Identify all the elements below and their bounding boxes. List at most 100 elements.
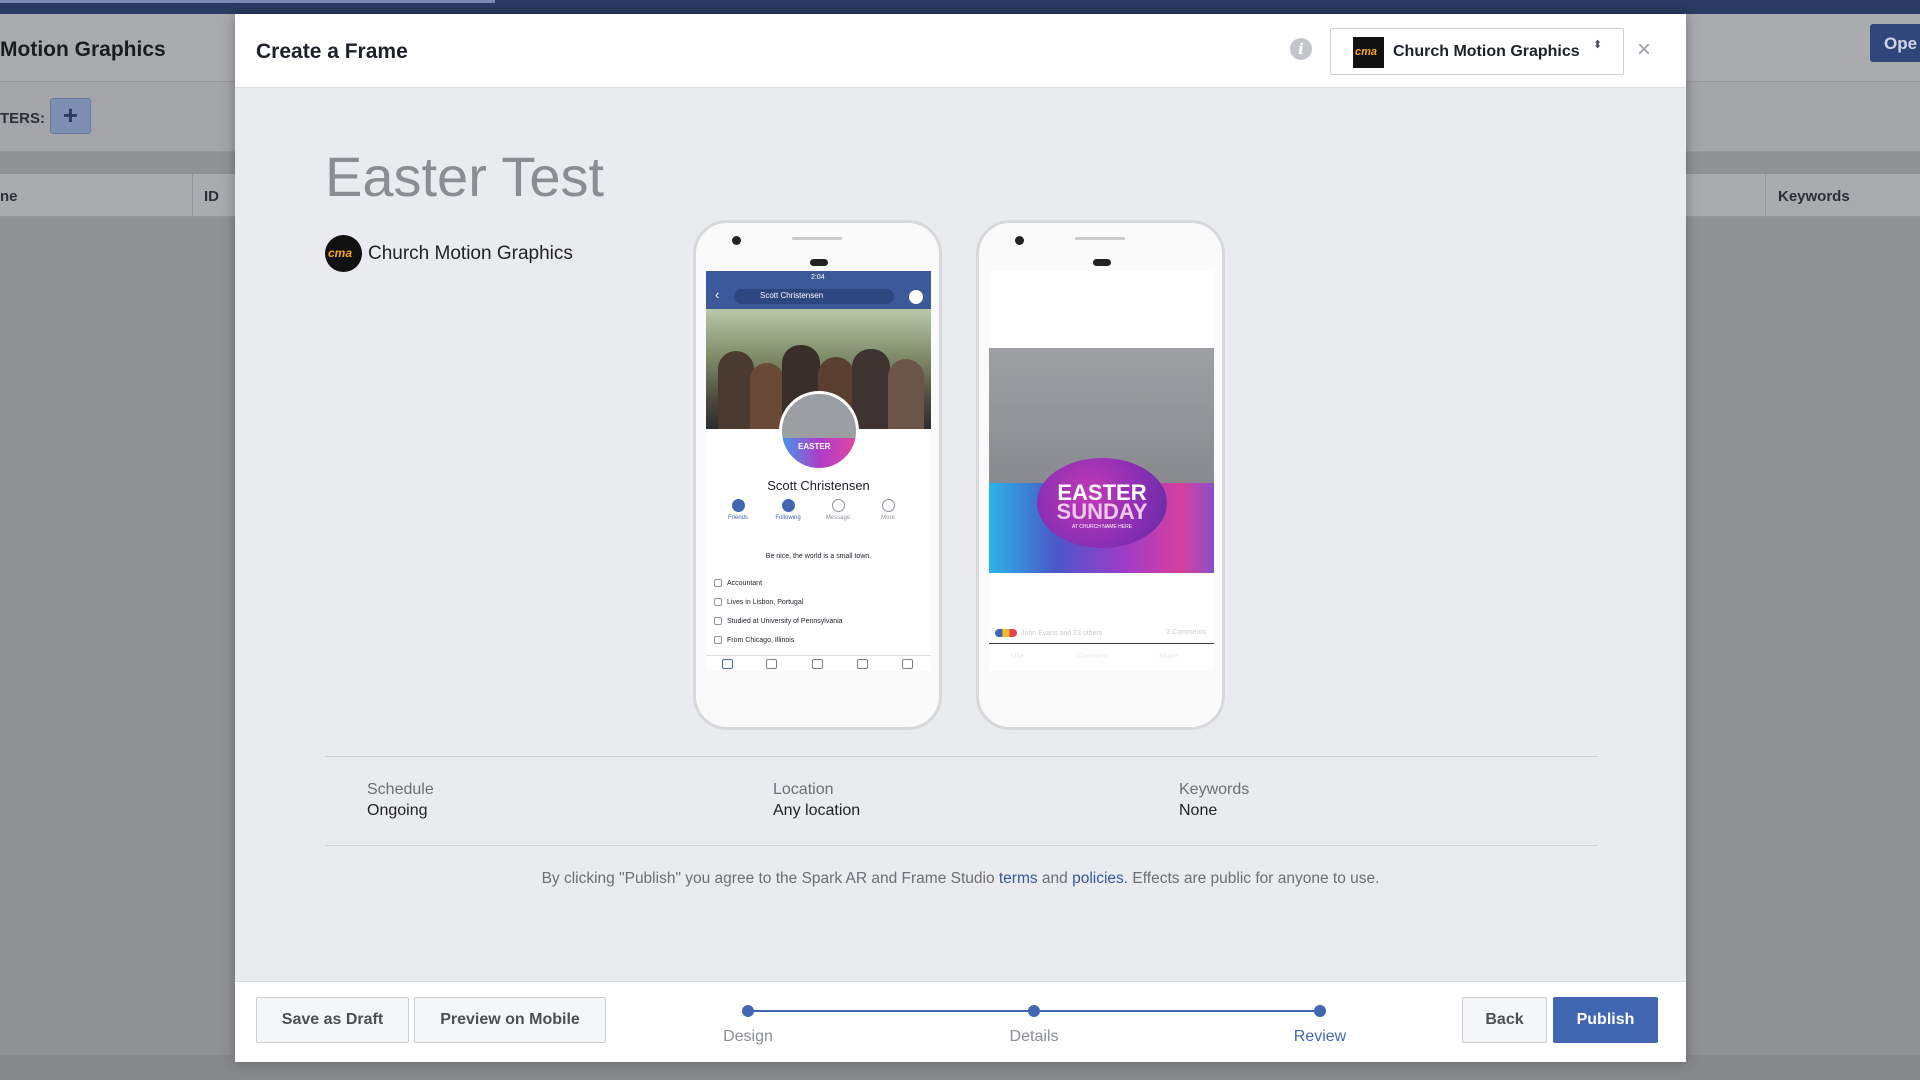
work-icon: [714, 579, 722, 587]
following-label: Following: [775, 515, 801, 521]
profile-actions: Friends Following Message More: [716, 499, 921, 529]
post-actions: Like Comment Share: [989, 643, 1214, 671]
create-frame-modal: Create a Frame i cma Church Motion Graph…: [235, 14, 1686, 1062]
back-button[interactable]: Back: [1462, 997, 1547, 1043]
background-add-filter-button[interactable]: +: [50, 98, 91, 134]
profile-info-text: Lives in Lisbon, Portugal: [727, 598, 804, 606]
page-selector[interactable]: cma Church Motion Graphics ⬍: [1330, 28, 1624, 75]
schedule-label: Schedule: [367, 781, 434, 798]
badge-line-2: SUNDAY: [1056, 499, 1148, 524]
more-action: More: [866, 499, 910, 521]
post-preview-screen: ✕ ··· EASTER SUNDAY AT CHURCH NAME HERE …: [989, 271, 1214, 671]
messenger-icon: [909, 290, 923, 304]
preview-on-mobile-button[interactable]: Preview on Mobile: [414, 997, 606, 1043]
progress-line: [748, 1010, 1033, 1012]
step-label-design[interactable]: Design: [688, 1028, 808, 1046]
modal-footer: Save as Draft Preview on Mobile Design D…: [235, 981, 1686, 1062]
profile-time: 2:04: [811, 274, 825, 281]
phone-camera: [1015, 236, 1024, 245]
step-dot-review[interactable]: [1314, 1005, 1326, 1017]
like-action: Like: [1011, 653, 1024, 660]
profile-name: Scott Christensen: [767, 478, 870, 493]
message-icon: [831, 499, 845, 512]
owner-name: Church Motion Graphics: [368, 243, 573, 264]
background-column-divider: [192, 174, 193, 218]
more-icon: [881, 499, 895, 512]
reactions-text: John Evans and 23 others: [1021, 629, 1103, 637]
post-reactions: John Evans and 23 others: [995, 629, 1102, 637]
share-action: Share: [1159, 653, 1178, 660]
avatar-frame-text: EASTER: [798, 442, 831, 451]
marketplace-icon: [812, 659, 823, 669]
page-logo: cma: [1353, 37, 1384, 68]
step-label-review[interactable]: Review: [1260, 1028, 1380, 1046]
close-icon[interactable]: ×: [1637, 38, 1651, 62]
page-logo-text: cma: [1355, 46, 1378, 58]
menu-icon: [902, 659, 913, 669]
location-value: Any location: [773, 802, 861, 819]
keywords-value: None: [1179, 802, 1218, 819]
modal-header: Create a Frame i cma Church Motion Graph…: [235, 14, 1686, 88]
profile-info-text: Studied at University of Pennsylvania: [727, 617, 843, 625]
post-comment-count: 2 Comments: [1166, 629, 1206, 636]
profile-search-text: Scott Christensen: [760, 291, 824, 300]
details-divider-bottom: [325, 845, 1598, 846]
back-arrow-icon: ‹: [715, 287, 720, 302]
badge-line-3: AT CHURCH NAME HERE: [1071, 524, 1133, 530]
background-column-id[interactable]: ID: [204, 188, 219, 205]
profile-bio: Be nice, the world is a small town.: [765, 553, 872, 560]
profile-preview-phone: 2:04 ‹ Scott Christensen EASTER Scott Ch…: [693, 220, 942, 730]
terms-link[interactable]: terms: [999, 870, 1038, 887]
profile-info-item: Accountant: [714, 579, 762, 587]
comment-action: Comment: [1077, 653, 1108, 660]
background-open-button[interactable]: Ope: [1870, 24, 1920, 62]
background-tab-indicator: [0, 0, 495, 3]
phone-earpiece: [810, 259, 828, 266]
frame-title: Easter Test: [325, 145, 605, 208]
message-label: Message: [825, 515, 851, 521]
phone-speaker: [792, 237, 842, 240]
location-icon: [714, 636, 722, 644]
step-dot-design[interactable]: [742, 1005, 754, 1017]
background-column-keywords[interactable]: Keywords: [1778, 188, 1850, 205]
phone-camera: [732, 236, 741, 245]
friends-icon: [731, 499, 745, 512]
profile-info-text: Accountant: [727, 579, 763, 587]
step-dot-details[interactable]: [1028, 1005, 1040, 1017]
news-feed-icon: [722, 659, 733, 669]
background-page-title: Motion Graphics: [0, 38, 166, 61]
cover-person: [888, 359, 924, 429]
phone-earpiece: [1093, 259, 1111, 266]
following-action: Following: [766, 499, 810, 521]
cover-person: [750, 363, 784, 429]
post-photo: EASTER SUNDAY AT CHURCH NAME HERE: [989, 348, 1214, 573]
background-column-name[interactable]: ne: [0, 188, 18, 205]
terms-middle: and: [1037, 870, 1073, 887]
notifications-icon: [857, 659, 868, 669]
profile-info-item: Studied at University of Pennsylvania: [714, 617, 843, 625]
page-selector-name: Church Motion Graphics: [1393, 43, 1580, 60]
location-label: Location: [773, 781, 834, 798]
policies-link[interactable]: policies.: [1072, 870, 1128, 887]
message-action: Message: [816, 499, 860, 521]
publish-button[interactable]: Publish: [1553, 997, 1658, 1043]
terms-notice: By clicking "Publish" you agree to the S…: [235, 870, 1686, 888]
schedule-value: Ongoing: [367, 802, 428, 819]
phone-speaker: [1075, 237, 1125, 240]
profile-preview-screen: 2:04 ‹ Scott Christensen EASTER Scott Ch…: [706, 271, 931, 671]
easter-badge: EASTER SUNDAY AT CHURCH NAME HERE: [1037, 458, 1167, 548]
step-label-details[interactable]: Details: [974, 1028, 1094, 1046]
profile-info-text: From Chicago, Illinois: [727, 636, 795, 644]
more-label: More: [881, 515, 895, 521]
background-column-divider: [1765, 174, 1766, 218]
profile-avatar-with-frame: EASTER: [779, 391, 859, 471]
cover-person: [718, 351, 754, 429]
progress-line: [1034, 1010, 1319, 1012]
profile-bottom-nav: [706, 655, 931, 671]
reaction-icons: [995, 629, 1017, 637]
terms-suffix: Effects are public for anyone to use.: [1128, 870, 1380, 887]
save-as-draft-button[interactable]: Save as Draft: [256, 997, 409, 1043]
sort-caret-icon: ⬍: [1593, 39, 1603, 51]
background-filters-label: TERS:: [0, 110, 45, 127]
info-icon[interactable]: i: [1290, 38, 1312, 60]
